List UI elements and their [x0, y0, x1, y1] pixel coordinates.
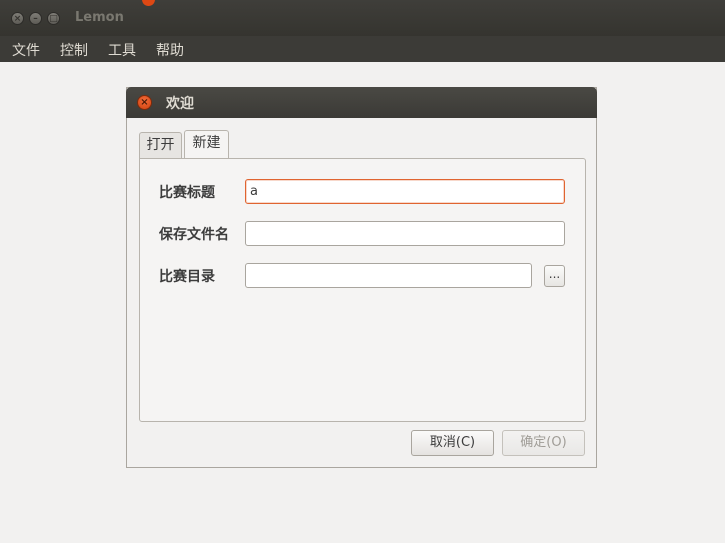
contest-directory-input[interactable]	[245, 263, 532, 288]
minimize-icon: –	[33, 14, 38, 24]
save-filename-label: 保存文件名	[159, 227, 229, 243]
window-title: Lemon	[75, 10, 124, 25]
save-filename-input[interactable]	[245, 221, 565, 246]
dialog-title: 欢迎	[166, 96, 194, 112]
tab-new[interactable]: 新建	[184, 130, 229, 158]
contest-title-label: 比赛标题	[159, 185, 215, 201]
menu-tools[interactable]: 工具	[108, 40, 136, 60]
window-titlebar: × – □ Lemon	[0, 0, 725, 36]
dialog-header: × 欢迎	[126, 87, 597, 118]
menu-control[interactable]: 控制	[60, 40, 88, 60]
menubar: 文件 控制 工具 帮助	[0, 36, 725, 62]
ok-button[interactable]: 确定(O)	[502, 430, 585, 456]
browse-directory-button[interactable]: ...	[544, 265, 565, 287]
tab-open[interactable]: 打开	[139, 132, 182, 158]
menu-help[interactable]: 帮助	[156, 40, 184, 60]
window-close-button[interactable]: ×	[11, 12, 24, 25]
window-maximize-button[interactable]: □	[47, 12, 60, 25]
close-icon: ×	[140, 97, 149, 108]
contest-directory-label: 比赛目录	[159, 269, 215, 285]
dialog-close-button[interactable]: ×	[137, 95, 152, 110]
menu-file[interactable]: 文件	[12, 40, 40, 60]
close-icon: ×	[13, 14, 22, 24]
window-minimize-button[interactable]: –	[29, 12, 42, 25]
contest-title-input[interactable]	[245, 179, 565, 204]
notification-dot	[142, 0, 155, 6]
cancel-button[interactable]: 取消(C)	[411, 430, 494, 456]
maximize-icon: □	[49, 14, 58, 24]
welcome-dialog: × 欢迎 打开 新建 比赛标题 保存文件名 比赛目录 ... 取消(C) 确定(…	[126, 87, 597, 468]
